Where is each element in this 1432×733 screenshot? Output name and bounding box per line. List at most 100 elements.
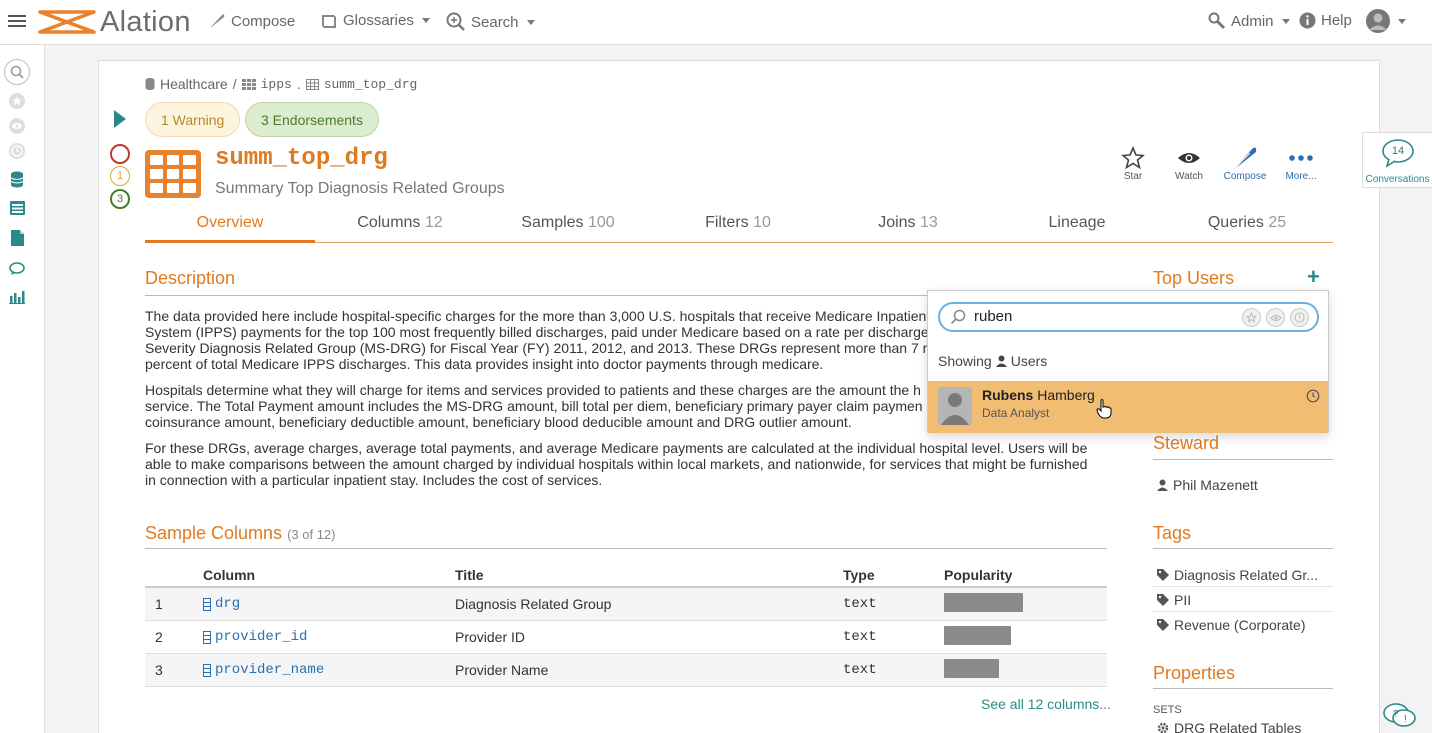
alation-logo[interactable]: Alation	[38, 5, 191, 39]
steward-item[interactable]: Phil Mazenett	[1157, 477, 1258, 493]
column-type: text	[843, 662, 877, 678]
column-icon	[203, 663, 211, 677]
conversations-button[interactable]: 14 Conversations	[1362, 132, 1432, 188]
user-search-input[interactable]	[974, 308, 1224, 325]
divider	[1153, 548, 1333, 549]
endorsements-badge[interactable]: 3 Endorsements	[245, 102, 379, 137]
nav-compose[interactable]: Compose	[208, 12, 295, 30]
tab-label: Columns	[357, 214, 421, 231]
column-header[interactable]: Title	[455, 567, 484, 583]
alation-logo-icon	[38, 10, 96, 34]
nav-help-label: Help	[1321, 12, 1352, 29]
column-header[interactable]: Column	[203, 567, 255, 583]
nav-compose-label: Compose	[231, 12, 296, 30]
sidebar-clock-icon[interactable]	[8, 142, 26, 160]
warning-badge[interactable]: 1 Warning	[145, 102, 241, 137]
popularity-bar	[944, 626, 1011, 645]
tab-label: Joins	[878, 214, 916, 231]
nav-admin[interactable]: Admin	[1208, 12, 1290, 30]
sidebar-star-icon[interactable]	[8, 92, 26, 110]
top-users-heading: Top Users	[1153, 268, 1235, 288]
help-chat-icon[interactable]: ? !	[1382, 702, 1418, 730]
user-result-item[interactable]: Rubens Hamberg Data Analyst	[928, 381, 1328, 433]
nav-help[interactable]: Help	[1299, 12, 1352, 29]
tag-label: Diagnosis Related Gr...	[1174, 567, 1318, 583]
chevron-down-icon	[1281, 18, 1290, 24]
sidebar-database-icon[interactable]	[8, 170, 26, 188]
column-type: text	[843, 596, 877, 612]
wrench-icon	[1208, 12, 1226, 30]
description-line: in connection with a particular inpatien…	[145, 472, 603, 488]
tab-samples[interactable]: Samples 100	[483, 214, 653, 232]
eye-filter-icon[interactable]	[1266, 308, 1285, 327]
breadcrumb: Healthcare / ipps . summ_top_drg	[145, 76, 417, 92]
tab-joins[interactable]: Joins 13	[823, 214, 993, 232]
more-button[interactable]: More...	[1271, 145, 1331, 182]
nav-glossaries[interactable]: Glossaries	[320, 12, 430, 29]
star-label: Star	[1123, 171, 1143, 182]
breadcrumb-datasource[interactable]: Healthcare	[160, 76, 228, 92]
tab-filters[interactable]: Filters 10	[653, 214, 823, 232]
feather-icon	[1234, 147, 1257, 169]
tab-lineage[interactable]: Lineage	[992, 214, 1162, 232]
column-link[interactable]: provider_name	[203, 662, 324, 678]
tab-label: Lineage	[1048, 214, 1106, 231]
column-header[interactable]: Type	[843, 567, 875, 583]
tags-heading: Tags	[1153, 523, 1192, 543]
row-number: 2	[155, 629, 163, 645]
description-line: System (IPPS) payments for the top 100 m…	[145, 324, 929, 340]
tab-queries[interactable]: Queries 25	[1162, 214, 1332, 232]
user-icon	[1157, 479, 1168, 491]
nav-search[interactable]: Search	[446, 12, 535, 32]
play-arrow-icon[interactable]	[114, 110, 126, 128]
tab-count: 100	[588, 214, 615, 231]
table-row: 1 drg Diagnosis Related Group text	[145, 588, 1107, 621]
sidebar-document-icon[interactable]	[8, 229, 26, 247]
sidebar-chart-icon[interactable]	[8, 288, 26, 306]
top-nav: Alation Compose Glossaries Search Admin …	[0, 0, 1432, 45]
showing-label: Showing	[938, 353, 992, 369]
user-result-name: Rubens Hamberg	[982, 387, 1095, 403]
avatar-icon	[1366, 9, 1390, 33]
user-icon	[995, 355, 1007, 367]
left-sidebar	[0, 45, 45, 733]
watch-button[interactable]: Watch	[1159, 145, 1219, 182]
tab-overview[interactable]: Overview	[145, 214, 315, 232]
popularity-bar	[944, 593, 1023, 612]
column-name: provider_id	[215, 629, 308, 645]
tag-icon	[1157, 594, 1169, 606]
column-link[interactable]: drg	[203, 596, 240, 612]
search-box	[938, 302, 1319, 332]
breadcrumb-schema[interactable]: ipps	[261, 77, 292, 92]
sidebar-table-icon[interactable]	[8, 199, 26, 217]
sidebar-eye-icon[interactable]	[8, 117, 26, 135]
star-filter-icon[interactable]	[1242, 308, 1261, 327]
table-header-row: Column Title Type Popularity	[145, 560, 1107, 588]
endorsements-badge-label: 3 Endorsements	[261, 111, 363, 128]
tag-item[interactable]: PII	[1157, 592, 1191, 608]
add-top-user-button[interactable]: +	[1307, 264, 1320, 290]
see-all-columns-link[interactable]: See all 12 columns...	[981, 696, 1111, 712]
compose-button[interactable]: Compose	[1215, 145, 1275, 182]
sidebar-conversation-icon[interactable]	[8, 260, 26, 278]
star-button[interactable]: Star	[1103, 145, 1163, 182]
hamburger-menu-icon[interactable]	[8, 12, 26, 28]
column-header[interactable]: Popularity	[944, 567, 1012, 583]
tag-item[interactable]: Diagnosis Related Gr...	[1157, 567, 1318, 583]
user-avatar-icon	[938, 387, 972, 425]
divider	[1153, 611, 1333, 612]
book-icon	[322, 14, 336, 28]
set-item[interactable]: DRG Related Tables	[1157, 720, 1301, 733]
tab-columns[interactable]: Columns 12	[315, 214, 485, 232]
properties-heading: Properties	[1153, 663, 1236, 683]
breadcrumb-separator: .	[296, 76, 301, 92]
tag-item[interactable]: Revenue (Corporate)	[1157, 617, 1306, 633]
user-menu[interactable]	[1366, 9, 1406, 33]
sidebar-search-icon[interactable]	[4, 59, 30, 85]
description-heading: Description	[145, 268, 236, 288]
warning-count-badge: 1	[110, 166, 130, 186]
clock-filter-icon[interactable]	[1290, 308, 1309, 327]
column-link[interactable]: provider_id	[203, 629, 307, 645]
nav-glossaries-label: Glossaries	[343, 12, 414, 29]
page-title: summ_top_drg	[215, 145, 388, 172]
